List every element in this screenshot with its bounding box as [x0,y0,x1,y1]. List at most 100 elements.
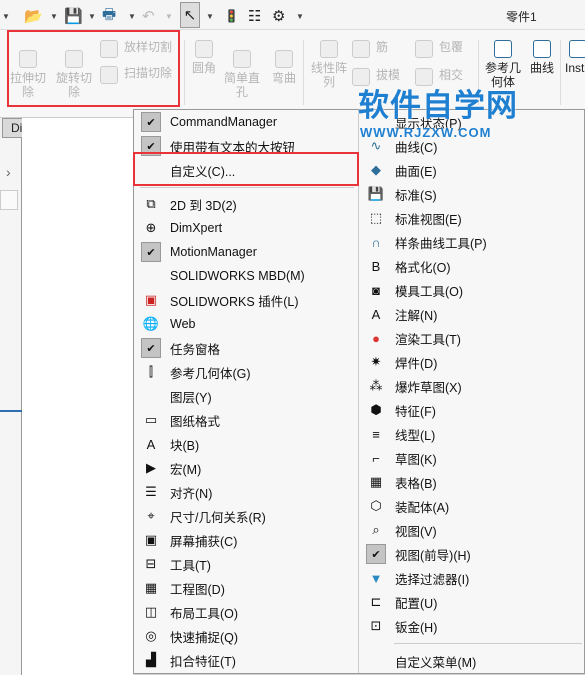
menu-item[interactable]: ▣ SOLIDWORKS 插件(L) [141,289,299,311]
menu-item-label: 配置(U) [395,596,438,611]
toolbar-context-menu: ✔ CommandManager ✔ 使用带有文本的大按钮 自定义(C)... ⧉ 2D 到… [133,109,585,674]
menu-item[interactable]: ✷ 焊件(D) [366,351,438,373]
standard-views-icon: ⬚ [369,210,383,225]
undo-icon[interactable]: ↶ [142,5,155,27]
panel-input[interactable] [0,190,18,210]
menu-item[interactable]: ● 渲染工具(T) [366,327,461,349]
new-dropdown-arrow[interactable]: ▼ [2,12,10,21]
linear-pattern-button[interactable]: 线性阵列 [309,40,349,89]
menu-item[interactable]: ⌕ 视图(V) [366,519,436,541]
menu-item[interactable]: ✔ MotionManager [141,241,257,263]
linear-pattern-icon [320,40,338,58]
flex-button[interactable]: 弯曲 [270,50,298,85]
menu-item[interactable]: ∩ 样条曲线工具(P) [366,231,486,253]
undo-dropdown-arrow[interactable]: ▼ [165,12,173,21]
fillet-button[interactable]: 圆角 [190,40,218,75]
fastening-feature-icon: ▟ [146,652,156,667]
menu-item[interactable]: ▦ 表格(B) [366,471,437,493]
menu-item[interactable]: ✔ 视图(前导)(H) [366,543,471,565]
menu-item[interactable]: ⬡ 装配体(A) [366,495,449,517]
menu-item[interactable]: ⊟ 工具(T) [141,553,211,575]
menu-item[interactable]: ▦ 工程图(D) [141,577,225,599]
simple-hole-button[interactable]: 简单直孔 [222,50,262,99]
menu-item[interactable]: ⬚ 标准视图(E) [366,207,462,229]
menu-item[interactable]: ✔ 任务窗格 [141,337,220,359]
menu-item[interactable]: ≡ 线型(L) [366,423,435,445]
options-dropdown-arrow[interactable]: ▼ [296,12,304,21]
select-cursor-icon[interactable]: ↖ [180,2,200,28]
feature-manager-panel: › [0,138,22,675]
menu-item[interactable]: ⁂ 爆炸草图(X) [366,375,462,397]
drawing-icon: ▦ [144,580,158,595]
menu-item-label: 快速捕捉(Q) [170,630,239,645]
checkmark-icon: ✔ [141,242,161,262]
graphics-area[interactable] [22,118,133,675]
checkmark-icon: ✔ [141,112,161,132]
quick-access-toolbar: ▼ 📂 ▼ 💾 ▼ 🖶 ▼ ↶ ▼ ↖ ▼ 🚦 ☷ ⚙ ▼ 零件1 [0,0,585,30]
gear-icon[interactable]: ⚙ [272,5,285,27]
menu-item[interactable]: ⫿ 参考几何体(G) [141,361,251,383]
menu-item[interactable]: ▣ 屏幕捕获(C) [141,529,238,551]
select-dropdown-arrow[interactable]: ▼ [206,12,214,21]
checkmark-icon: ✔ [366,544,386,564]
menu-item[interactable]: ⊏ 配置(U) [366,591,438,613]
highlight-box-customize [133,152,359,186]
highlight-box-ribbon [7,30,180,107]
save-dropdown-arrow[interactable]: ▼ [88,12,96,21]
menu-item[interactable]: ⊡ 钣金(H) [366,615,438,637]
menu-item-label: Web [170,317,196,331]
watermark-line2: WWW.RJZXW.COM [360,125,492,140]
rib-button[interactable]: 筋 [352,40,388,58]
menu-item[interactable]: 图层(Y) [141,385,212,407]
reference-geometry-icon: ⫿ [148,364,154,379]
menu-item[interactable]: A 注解(N) [366,303,438,325]
globe-icon: 🌐 [142,316,160,331]
menu-item[interactable]: ⧉ 2D 到 3D(2) [141,193,236,215]
menu-item[interactable]: ☰ 对齐(N) [141,481,212,503]
menu-item-label: SOLIDWORKS MBD(M) [170,269,305,283]
chevron-right-icon[interactable]: › [6,164,11,180]
menu-item[interactable]: ◫ 布局工具(O) [141,601,238,623]
file-properties-icon[interactable]: ☷ [248,5,261,27]
save-icon[interactable]: 💾 [64,5,83,27]
menu-item[interactable]: ⌖ 尺寸/几何关系(R) [141,505,266,527]
features-icon: ⬢ [370,402,382,417]
menu-item[interactable]: ✔ CommandManager [141,111,277,133]
menu-item-label: 任务窗格 [170,342,221,357]
selection-filter-icon: ▼ [369,570,383,586]
print-dropdown-arrow[interactable]: ▼ [128,12,136,21]
menu-item[interactable]: ▶ 宏(M) [141,457,201,479]
menu-item[interactable]: 🌐 Web [141,313,196,335]
flex-icon [275,50,293,68]
format-icon: B [371,258,381,274]
sheet-metal-icon: ⊡ [370,618,382,633]
menu-item-customize-menu[interactable]: 自定义菜单(M) [395,650,476,672]
menu-item-label: 宏(M) [170,462,202,477]
open-dropdown-arrow[interactable]: ▼ [50,12,58,21]
menu-item[interactable]: ⬢ 特征(F) [366,399,436,421]
menu-item[interactable]: ▼ 选择过滤器(I) [366,567,470,589]
menu-item-label: 布局工具(O) [170,606,239,621]
wrap-button[interactable]: 包覆 [415,40,463,58]
print-icon[interactable]: 🖶 [102,5,116,27]
menu-item[interactable]: B 格式化(O) [366,255,451,277]
open-icon[interactable]: 📂 [24,5,43,27]
view-icon: ⌕ [372,522,380,537]
menu-item[interactable]: ◆ 曲面(E) [366,159,437,181]
menu-item[interactable]: A 块(B) [141,433,200,455]
menu-item[interactable]: 💾 标准(S) [366,183,437,205]
menu-item[interactable]: ◙ 模具工具(O) [366,279,463,301]
menu-item[interactable]: ▭ 图纸格式 [141,409,220,431]
toolbox-icon: ⊟ [145,556,157,571]
panel-marker [0,410,22,412]
menu-item[interactable]: SOLIDWORKS MBD(M) [141,265,305,287]
menu-item-label: 图纸格式 [170,414,221,429]
menu-item[interactable]: ⌐ 草图(K) [366,447,436,469]
instant3d-button[interactable]: Insta [565,40,585,75]
menu-item[interactable]: ◎ 快速捕捉(Q) [141,625,238,647]
traffic-light-icon[interactable]: 🚦 [224,5,239,27]
curves-button[interactable]: 曲线 [528,40,556,75]
menu-item[interactable]: ⊕ DimXpert [141,217,223,239]
watermark-line1: 软件自学网 [358,88,518,123]
menu-item[interactable]: ▟ 扣合特征(T) [141,649,236,671]
